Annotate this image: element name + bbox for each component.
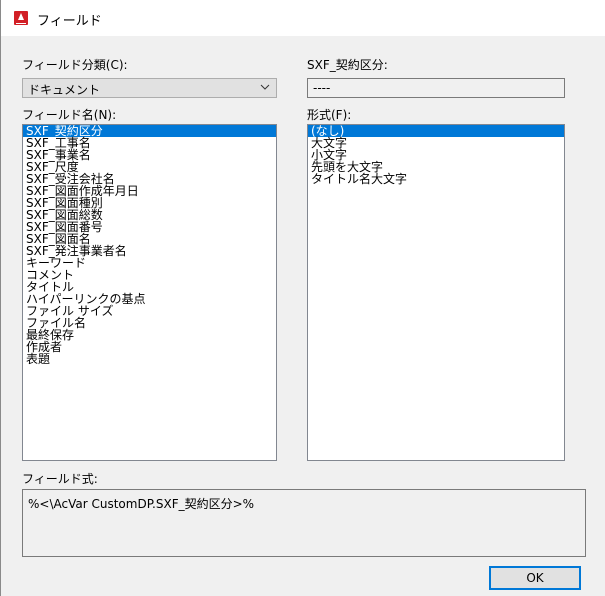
title-bar[interactable]: フィールド xyxy=(1,0,605,36)
list-item[interactable]: 作成者 xyxy=(23,341,276,353)
ok-button[interactable]: OK xyxy=(489,566,581,590)
category-label: フィールド分類(C): xyxy=(22,58,128,72)
field-name-label: フィールド名(N): xyxy=(22,108,117,122)
window-title: フィールド xyxy=(37,14,102,29)
expression-label: フィールド式: xyxy=(22,472,98,486)
category-dropdown[interactable]: ドキュメント xyxy=(22,78,277,98)
current-value-text: ---- xyxy=(313,81,331,95)
field-expression-text: %<\AcVar CustomDP.SXF_契約区分>% xyxy=(28,497,255,511)
format-label: 形式(F): xyxy=(307,108,352,122)
chevron-down-icon xyxy=(260,84,270,90)
list-item[interactable]: タイトル名大文字 xyxy=(308,173,564,185)
category-selected-value: ドキュメント xyxy=(28,83,101,97)
current-value-label: SXF_契約区分: xyxy=(307,58,388,72)
format-list[interactable]: (なし) 大文字 小文字 先頭を大文字 タイトル名大文字 xyxy=(307,124,565,461)
dialog-body: フィールド分類(C): ドキュメント SXF_契約区分: ---- フィールド名… xyxy=(1,36,605,596)
field-expression-box[interactable]: %<\AcVar CustomDP.SXF_契約区分>% xyxy=(22,489,586,557)
current-value-field: ---- xyxy=(307,78,565,98)
field-name-list[interactable]: SXF_契約区分 SXF_工事名 SXF_事業名 SXF_尺度 SXF_受注会社名 SXF… xyxy=(22,124,277,461)
list-item[interactable]: 表題 xyxy=(23,353,276,365)
field-dialog: フィールド フィールド分類(C): ドキュメント SXF_契約区分: ---- … xyxy=(0,0,605,596)
autocad-logo-icon xyxy=(14,11,28,25)
